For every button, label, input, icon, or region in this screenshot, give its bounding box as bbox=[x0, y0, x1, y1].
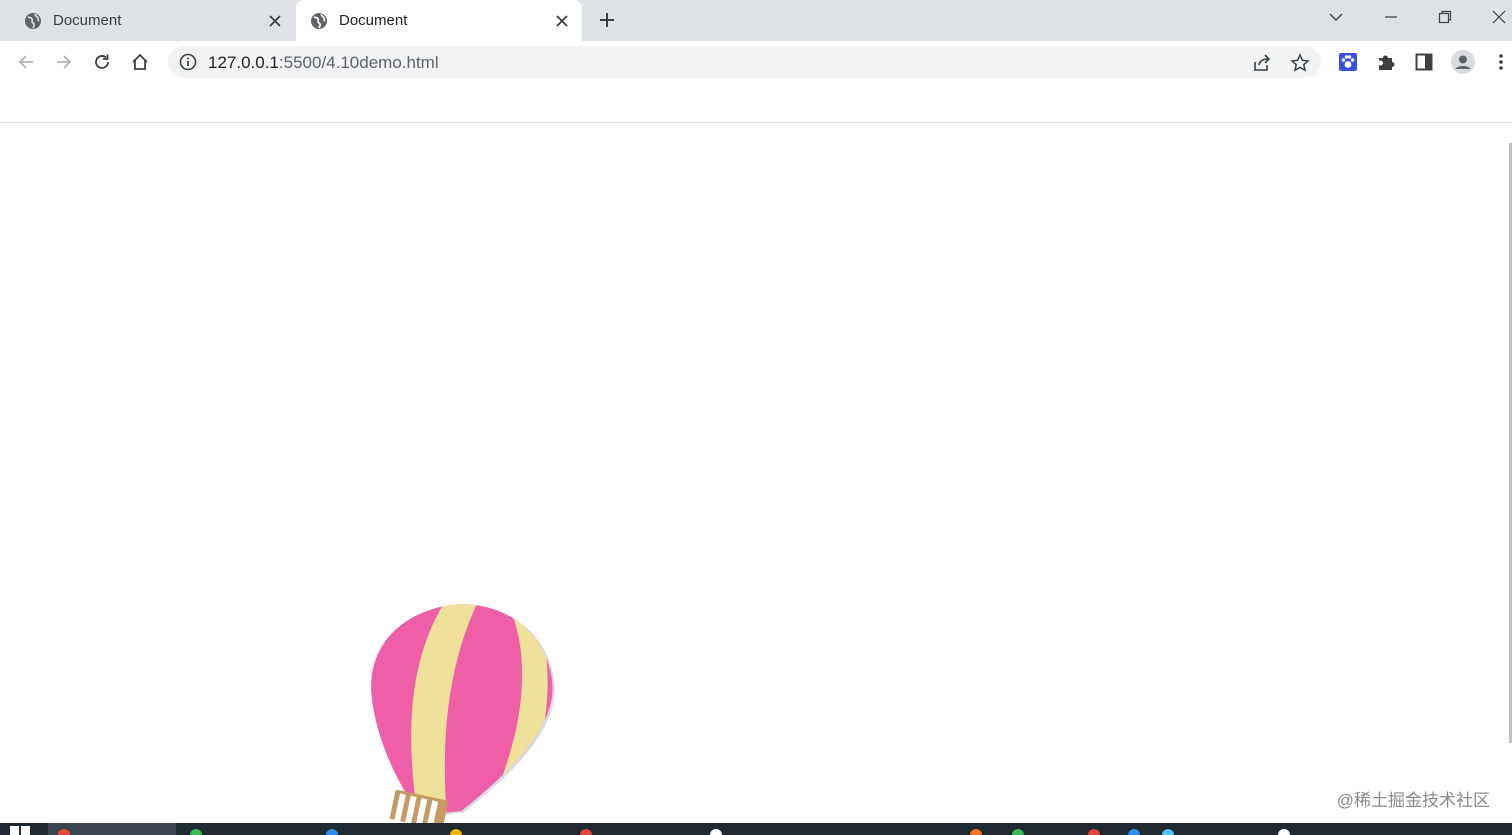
puzzle-icon[interactable] bbox=[1374, 50, 1398, 74]
minimize-button[interactable] bbox=[1376, 4, 1406, 30]
forward-button[interactable] bbox=[52, 50, 76, 74]
browser-toolbar: 127.0.0.1:5500/4.10demo.html bbox=[0, 41, 1512, 83]
paw-icon[interactable] bbox=[1336, 50, 1360, 74]
arrow-left-icon bbox=[18, 55, 33, 69]
taskbar-app-icon[interactable] bbox=[710, 829, 722, 835]
taskbar-tray-icon[interactable] bbox=[1088, 829, 1100, 835]
close-icon[interactable] bbox=[550, 9, 574, 33]
tab-active[interactable]: Document bbox=[296, 0, 582, 41]
globe-icon bbox=[24, 12, 42, 30]
chrome-icon[interactable] bbox=[58, 829, 70, 835]
taskbar-tray-icon[interactable] bbox=[1162, 829, 1174, 835]
tab-title: Document bbox=[339, 12, 408, 29]
tab-search-button[interactable] bbox=[1321, 4, 1351, 30]
tab-inactive[interactable]: Document bbox=[0, 0, 295, 41]
address-bar[interactable]: 127.0.0.1:5500/4.10demo.html bbox=[168, 46, 1321, 78]
arrow-right-icon bbox=[57, 55, 72, 69]
globe-icon bbox=[310, 12, 328, 30]
side-panel-icon[interactable] bbox=[1412, 50, 1436, 74]
taskbar-app-icon[interactable] bbox=[326, 829, 338, 835]
url-path: :5500/4.10demo.html bbox=[278, 53, 439, 72]
taskbar-tray-icon[interactable] bbox=[970, 829, 982, 835]
restore-icon bbox=[1438, 10, 1452, 24]
os-taskbar bbox=[0, 823, 1512, 835]
new-tab-button[interactable] bbox=[595, 8, 619, 32]
restore-button[interactable] bbox=[1430, 4, 1460, 30]
tab-title: Document bbox=[53, 12, 122, 29]
hot-air-balloon bbox=[360, 598, 570, 823]
share-icon[interactable] bbox=[1251, 52, 1273, 74]
minimize-icon bbox=[1385, 16, 1397, 18]
tab-strip: Document Document bbox=[0, 0, 1512, 41]
windows-start-icon[interactable] bbox=[10, 826, 30, 835]
chevron-down-icon bbox=[1329, 13, 1343, 21]
star-icon[interactable] bbox=[1289, 52, 1311, 74]
back-button[interactable] bbox=[14, 50, 38, 74]
reload-icon bbox=[95, 54, 109, 69]
kebab-menu-icon[interactable] bbox=[1489, 50, 1512, 74]
url-text[interactable]: 127.0.0.1:5500/4.10demo.html bbox=[208, 53, 439, 73]
plus-icon bbox=[600, 13, 614, 27]
url-host: 127.0.0.1 bbox=[208, 53, 279, 72]
taskbar-tray-icon[interactable] bbox=[1012, 829, 1024, 835]
page-viewport: @稀土掘金技术社区 bbox=[0, 123, 1512, 823]
home-button[interactable] bbox=[128, 50, 152, 74]
close-window-button[interactable] bbox=[1484, 4, 1512, 30]
close-icon bbox=[1492, 10, 1506, 24]
reload-button[interactable] bbox=[90, 50, 114, 74]
taskbar-app-icon[interactable] bbox=[580, 829, 592, 835]
avatar-icon[interactable] bbox=[1451, 50, 1475, 74]
taskbar-app-icon[interactable] bbox=[450, 829, 462, 835]
bookmark-bar bbox=[0, 83, 1512, 123]
taskbar-app-icon[interactable] bbox=[190, 829, 202, 835]
taskbar-tray-icon[interactable] bbox=[1128, 829, 1140, 835]
home-icon bbox=[132, 53, 148, 70]
info-icon[interactable] bbox=[179, 53, 197, 71]
close-icon[interactable] bbox=[263, 9, 287, 33]
taskbar-tray-icon[interactable] bbox=[1278, 829, 1290, 835]
watermark: @稀土掘金技术社区 bbox=[1336, 791, 1490, 810]
